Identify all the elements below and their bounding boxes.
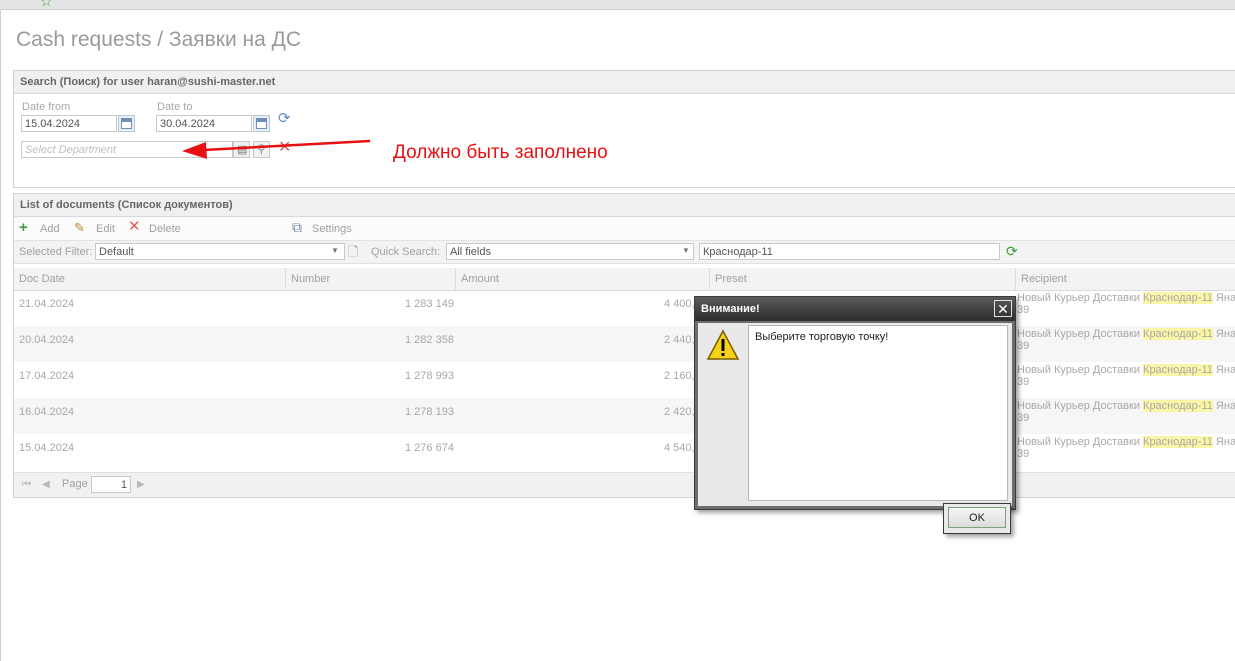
dialog-body: Выберите торговую точку! [698,323,1012,506]
dialog-title: Внимание! [695,297,1015,321]
top-bar: ☆ [0,0,1235,10]
search-panel-header: Search (Поиск) for user haran@sushi-mast… [14,71,1235,94]
cell-amount: 2 420, [664,406,695,418]
dialog-button-area: OK [943,503,1011,534]
cell-number: 1 278 193 [405,406,454,418]
cell-doc-date: 15.04.2024 [19,442,75,454]
cell-doc-date: 17.04.2024 [19,370,75,382]
cell-number: 1 278 993 [405,370,454,382]
calendar-icon [121,118,132,129]
cell-number: 1 283 149 [405,298,454,310]
cell-recipient: Новый Курьер Доставки Краснодар-11 Яна 39 [1017,364,1235,388]
page-number-input[interactable]: 1 [91,476,131,493]
page-title: Cash requests / Заявки на ДС [16,28,302,51]
date-to-calendar-button[interactable] [253,115,270,132]
table-row[interactable]: 20.04.2024 1 282 358 2 440, Новый Курьер… [14,326,1235,362]
filter-doc-icon[interactable]: 🗋 [348,245,358,259]
cell-doc-date: 21.04.2024 [19,298,75,310]
selected-filter-label: Selected Filter: [19,246,93,258]
date-to-label: Date to [157,101,193,113]
cell-recipient: Новый Курьер Доставки Краснодар-11 Яна 39 [1017,328,1235,352]
settings-icon[interactable]: ⧉ [292,220,302,234]
date-to-input[interactable]: 30.04.2024 [156,115,252,132]
chevron-down-icon[interactable]: ▼ [682,246,690,255]
delete-icon[interactable]: ✕ [128,219,141,234]
favorite-star-icon[interactable]: ☆ [40,0,53,8]
add-button[interactable]: Add [40,223,60,235]
quick-search-label: Quick Search: [371,246,441,258]
documents-panel-header: List of documents (Список документов) [14,194,1235,217]
cell-recipient: Новый Курьер Доставки Краснодар-11 Яна 39 [1017,400,1235,424]
department-list-button[interactable]: ▤ [233,141,250,158]
annotation-text: Должно быть заполнено [393,142,608,163]
column-header-preset[interactable]: Preset [710,268,1016,290]
cell-amount: 4 400, [664,298,695,310]
table-row[interactable]: 17.04.2024 1 278 993 2 160, Новый Курьер… [14,362,1235,398]
warning-icon [706,329,740,360]
dialog-message: Выберите торговую точку! [748,325,1008,501]
magnifier-icon: ⚲ [257,142,266,156]
cell-amount: 2 160, [664,370,695,382]
search-panel: Search (Поиск) for user haran@sushi-mast… [13,70,1235,188]
clear-icon[interactable]: ✕ [278,140,291,156]
cell-doc-date: 16.04.2024 [19,406,75,418]
pager-bar: ⏮ ◀ Page 1 ▶ [14,472,1235,497]
department-search-button[interactable]: ⚲ [253,141,270,158]
chevron-down-icon[interactable]: ▼ [331,246,339,255]
column-header-recipient[interactable]: Recipient [1016,268,1235,290]
next-page-icon[interactable]: ▶ [137,478,145,492]
table-row[interactable]: 16.04.2024 1 278 193 2 420, Новый Курьер… [14,398,1235,434]
cell-amount: 2 440, [664,334,695,346]
left-border [0,10,1,661]
prev-page-icon[interactable]: ◀ [42,478,50,492]
delete-button[interactable]: Delete [149,223,181,235]
documents-panel: List of documents (Список документов) + … [13,193,1235,498]
selected-filter-select[interactable]: Default [95,243,345,260]
grid-header: Doc Date Number Amount Preset Recipient [14,268,1235,291]
edit-icon[interactable]: ✎ [74,221,85,235]
table-row[interactable]: 15.04.2024 1 276 674 4 540, Новый Курьер… [14,434,1235,470]
department-select-input[interactable]: Select Department [21,141,233,158]
add-icon[interactable]: + [19,220,28,235]
list-icon: ▤ [237,144,248,156]
cell-doc-date: 20.04.2024 [19,334,75,346]
column-header-doc-date[interactable]: Doc Date [14,268,286,290]
table-row[interactable]: 21.04.2024 1 283 149 4 400, Новый Курьер… [14,290,1235,326]
first-page-icon[interactable]: ⏮ [22,478,31,492]
calendar-icon [256,118,267,129]
column-header-amount[interactable]: Amount [456,268,710,290]
edit-button[interactable]: Edit [96,223,115,235]
date-from-calendar-button[interactable] [118,115,135,132]
documents-grid: Doc Date Number Amount Preset Recipient … [14,268,1235,468]
date-from-label: Date from [22,101,71,113]
cell-amount: 4 540, [664,442,695,454]
cell-number: 1 276 674 [405,442,454,454]
cell-recipient: Новый Курьер Доставки Краснодар-11 Яна 39 [1017,436,1235,460]
date-from-input[interactable]: 15.04.2024 [21,115,117,132]
cell-recipient: Новый Курьер Доставки Краснодар-11 Яна 39 [1017,292,1235,316]
page-label: Page [62,478,88,490]
settings-button[interactable]: Settings [312,223,352,235]
filter-bar: Selected Filter: Default ▼ 🗋 Quick Searc… [14,241,1235,264]
close-icon[interactable]: ✕ [994,300,1012,317]
quick-search-input[interactable]: Краснодар-11 [699,243,1000,260]
cell-number: 1 282 358 [405,334,454,346]
quick-search-scope-select[interactable]: All fields [446,243,694,260]
column-header-number[interactable]: Number [286,268,456,290]
alert-dialog: Внимание! ✕ Выберите торговую точку! [694,296,1016,510]
refresh-search-icon[interactable]: ⟳ [1006,244,1018,258]
documents-toolbar: + Add ✎ Edit ✕ Delete ⧉ Settings [14,217,1235,241]
refresh-icon[interactable]: ⟳ [278,111,291,126]
ok-button[interactable]: OK [948,507,1006,528]
